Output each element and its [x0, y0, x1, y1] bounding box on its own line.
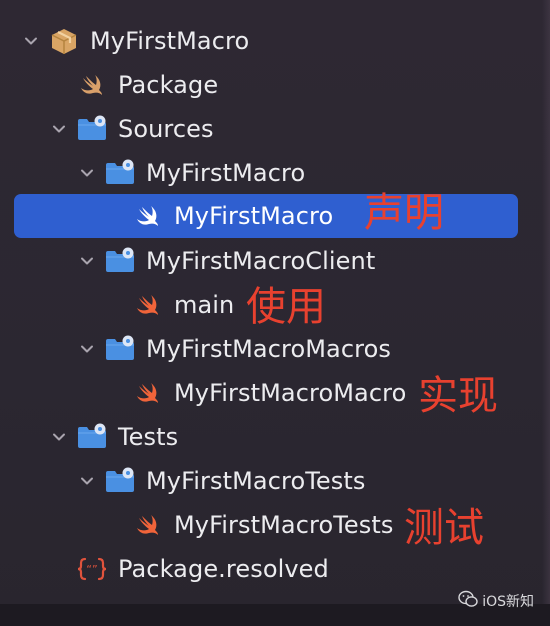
tree-row-tests[interactable]: Tests	[0, 415, 550, 459]
swift-icon	[76, 69, 108, 101]
swift-icon	[132, 200, 164, 232]
tree-label: MyFirstMacroMacros	[146, 335, 391, 363]
swift-icon	[132, 509, 164, 541]
watermark: iOS新知	[458, 590, 534, 612]
tree-row-sources-macro[interactable]: MyFirstMacro	[0, 151, 550, 195]
swift-icon	[132, 377, 164, 409]
wechat-icon	[458, 590, 478, 612]
tree-label: Tests	[118, 423, 179, 451]
chevron-down-icon[interactable]	[75, 469, 99, 493]
annotation-implementation: 实现	[418, 373, 498, 419]
folder-gear-icon	[104, 465, 136, 497]
folder-gear-icon	[104, 157, 136, 189]
tree-label: MyFirstMacroClient	[146, 247, 376, 275]
tree-label: Package.resolved	[118, 555, 329, 583]
package-box-icon	[48, 25, 80, 57]
json-braces-icon: “”	[76, 553, 108, 585]
folder-gear-icon	[76, 421, 108, 453]
annotation-testing: 测试	[404, 505, 484, 551]
tree-row-macros[interactable]: MyFirstMacroMacros	[0, 327, 550, 371]
tree-label: Sources	[118, 115, 214, 143]
chevron-down-icon[interactable]	[47, 425, 71, 449]
tree-label: main	[174, 291, 235, 319]
tree-row-project[interactable]: MyFirstMacro	[0, 19, 550, 63]
tree-label: Package	[118, 71, 219, 99]
annotation-declaration: 声明	[364, 190, 444, 236]
svg-text:“”: “”	[86, 563, 97, 576]
tree-row-client[interactable]: MyFirstMacroClient	[0, 239, 550, 283]
tree-row-package[interactable]: Package	[0, 63, 550, 107]
tree-label: MyFirstMacroTests	[174, 511, 394, 539]
watermark-text: iOS新知	[482, 594, 534, 610]
tree-row-tests-folder[interactable]: MyFirstMacroTests	[0, 459, 550, 503]
tree-label: MyFirstMacro	[146, 159, 306, 187]
annotation-usage: 使用	[246, 284, 326, 330]
chevron-down-icon[interactable]	[75, 337, 99, 361]
tree-label: MyFirstMacro	[90, 27, 250, 55]
tree-label: MyFirstMacroMacro	[174, 379, 407, 407]
tree-row-sources[interactable]: Sources	[0, 107, 550, 151]
tree-label: MyFirstMacroTests	[146, 467, 366, 495]
tree-row-macro-file[interactable]: MyFirstMacro	[0, 194, 550, 238]
folder-gear-icon	[104, 245, 136, 277]
folder-gear-icon	[76, 113, 108, 145]
chevron-down-icon[interactable]	[75, 161, 99, 185]
chevron-down-icon[interactable]	[75, 249, 99, 273]
tree-label: MyFirstMacro	[174, 202, 334, 230]
chevron-down-icon[interactable]	[19, 29, 43, 53]
folder-gear-icon	[104, 333, 136, 365]
swift-icon	[132, 289, 164, 321]
tree-row-resolved[interactable]: “” Package.resolved	[0, 547, 550, 591]
chevron-down-icon[interactable]	[47, 117, 71, 141]
